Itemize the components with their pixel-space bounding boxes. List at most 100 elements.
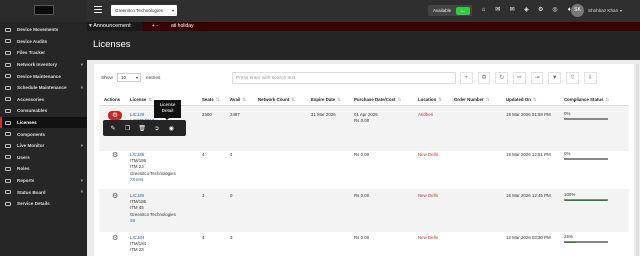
location-cell[interactable]: New Delhi — [418, 152, 438, 157]
gear-icon[interactable]: ⚙ — [536, 5, 545, 16]
header-network-count[interactable]: Network Count ⇅ — [258, 97, 295, 103]
sort-icon[interactable]: ⇅ — [216, 97, 220, 102]
header-label: Actions — [104, 97, 121, 102]
sort-icon[interactable]: ⇅ — [486, 97, 490, 102]
show-label: Show — [101, 76, 113, 81]
table-row: ⚙ LIC185 ITM/185 ITM 45 Greenitco Techno… — [99, 189, 629, 232]
sidebar-item-consumables[interactable]: Consumables — [0, 105, 87, 117]
compliance-progress-bar — [564, 118, 608, 121]
components-icon — [5, 132, 11, 137]
header-updated-on[interactable]: Updated On ⇅ — [506, 97, 537, 103]
compliance-percent: 0% — [564, 111, 571, 116]
availability-toggle[interactable]: Available ← — [428, 5, 472, 16]
refresh-icon[interactable]: ↻ — [495, 72, 509, 84]
edit-icon[interactable]: ✎ — [108, 125, 118, 132]
sidebar-item-label: Files Tracker — [17, 50, 46, 56]
entries-select[interactable]: 10 ▾ — [117, 73, 141, 82]
sort-icon[interactable]: ⇅ — [242, 97, 246, 102]
delete-icon[interactable]: 🗑 — [137, 125, 147, 132]
sidebar-item-device-audits[interactable]: Device Audits — [0, 36, 87, 48]
sidebar-item-label: Service Details — [17, 201, 50, 207]
chevron-down-icon: ▾ — [171, 8, 174, 13]
sort-icon[interactable]: ⇅ — [291, 97, 295, 102]
sidebar-item-device-movements[interactable]: Device Movements — [0, 24, 87, 36]
location-cell[interactable]: Andheri — [418, 112, 433, 117]
header-purchase-date-cost[interactable]: Purchase Date/Cost ⇅ — [354, 97, 401, 103]
sidebar-item-users[interactable]: Users — [0, 152, 87, 164]
mail-icon[interactable]: ✉ — [493, 5, 502, 16]
compliance-percent: 0% — [564, 151, 571, 156]
sort-icon[interactable]: ⇅ — [533, 97, 537, 102]
row-settings-gear-icon[interactable]: ⚙ — [112, 151, 118, 159]
header-label: Avail — [230, 97, 241, 102]
header-compliance-status[interactable]: Compliance Status ⇅ — [564, 97, 609, 103]
avail-cell: 3 — [230, 235, 233, 240]
chevron-down-icon: ▾ — [80, 142, 83, 148]
title-bar: Licenses — [87, 31, 640, 60]
sort-icon[interactable]: ⇅ — [606, 97, 610, 102]
upload-icon[interactable]: ⇧ — [566, 72, 579, 84]
sidebar-item-files-tracker[interactable]: Files Tracker — [0, 47, 87, 59]
header-location[interactable]: Location ⇅ — [418, 97, 442, 103]
license-line[interactable]: 56 — [130, 218, 176, 224]
sidebar-item-label: Network Inventory — [17, 62, 58, 68]
row-action-popup: ✎ ❐ 🗑 ➲ ◉ — [103, 120, 186, 136]
sidebar-item-status-board[interactable]: Status Board ▾ — [0, 186, 87, 198]
copy-icon[interactable]: ❐ — [123, 125, 133, 132]
view-icon[interactable]: ◉ — [166, 125, 176, 132]
license-line[interactable]: 78 test — [130, 177, 176, 183]
sort-icon[interactable]: ⇅ — [337, 97, 341, 102]
sort-icon[interactable]: ⇅ — [397, 97, 401, 102]
home-icon[interactable]: ⌂ — [479, 5, 488, 16]
import-icon[interactable]: ⇥ — [530, 72, 544, 84]
sort-icon[interactable]: ⇅ — [148, 97, 152, 102]
company-select[interactable]: Greenitco Technologies ▾ — [111, 5, 177, 16]
compliance-progress-bar — [564, 199, 608, 202]
download-icon[interactable]: ⇩ — [583, 72, 597, 84]
sort-icon[interactable]: ⇅ — [438, 97, 442, 102]
header-order-number[interactable]: Order Number ⇅ — [454, 97, 489, 103]
globe-icon[interactable]: ◎ — [550, 5, 559, 16]
export-icon[interactable]: ⇨ — [513, 72, 526, 84]
location-cell[interactable]: New Delhi — [418, 193, 438, 198]
header-seats[interactable]: Seats ⇅ — [202, 97, 219, 103]
sidebar-item-schedule-maintenance[interactable]: Schedule Maintenance ▾ — [0, 82, 87, 94]
sidebar-item-live-monitor[interactable]: Live Monitor ▾ — [0, 140, 87, 152]
sidebar-item-service-details[interactable]: Service Details — [0, 198, 87, 210]
header-license[interactable]: License ⇅ — [130, 97, 152, 103]
add-icon[interactable]: + — [460, 72, 473, 84]
sidebar-item-accessories[interactable]: Accessories — [0, 94, 87, 106]
sidebar-item-network-inventory[interactable]: Network Inventory ▾ — [0, 59, 87, 71]
user-name[interactable]: Shohbaz Khan — [588, 0, 618, 22]
sidebar-item-roles[interactable]: Roles — [0, 163, 87, 175]
purchase-date-cell: 01 Apr 2025 — [354, 112, 378, 117]
row-settings-gear-icon[interactable]: ⚙ — [112, 192, 118, 200]
header-expire-date[interactable]: Expire Date ⇅ — [311, 97, 341, 103]
toolbar-icons: + ♻ ↻ ⇨ ⇥ ▼ ⇧ ⇩ — [460, 72, 602, 84]
row-settings-gear-icon[interactable]: ⚙ — [112, 234, 118, 242]
license-cell: LIC186 ITM/186 ITM 23 Greenitco Technolo… — [130, 152, 176, 183]
updated-on-cell: 16 Mar 2026 01:59 PM — [506, 112, 551, 117]
location-cell[interactable]: New Delhi — [418, 235, 438, 240]
sidebar-item-device-maintenance[interactable]: Device Maintenance — [0, 70, 87, 82]
filter-icon[interactable]: ▼ — [548, 72, 562, 84]
announcement-expand-collapse[interactable]: + - — [152, 22, 158, 31]
avatar[interactable]: SK — [571, 4, 584, 17]
palette-icon[interactable]: ◈ — [522, 5, 531, 16]
envelope-icon[interactable]: ✉ — [508, 5, 517, 16]
search-input[interactable]: Press enter with search text — [232, 72, 456, 84]
chevron-down-icon[interactable]: ▾ — [620, 0, 622, 22]
sidebar-item-components[interactable]: Components — [0, 128, 87, 140]
header-avail[interactable]: Avail ⇅ — [230, 97, 246, 103]
checkout-icon[interactable]: ➲ — [152, 125, 162, 132]
sidebar-item-licenses[interactable]: Licenses — [0, 116, 87, 129]
company-logo[interactable] — [34, 5, 54, 15]
top-bar: Greenitco Technologies ▾ Available ← ⌂ ✉… — [87, 0, 640, 22]
sidebar-item-reports[interactable]: Reports ▾ — [0, 175, 87, 187]
row-settings-gear-icon[interactable]: ⚙ — [108, 111, 122, 120]
hamburger-menu-icon[interactable] — [94, 6, 102, 14]
arrow-left-icon[interactable]: ← — [456, 6, 470, 15]
header-label: Compliance Status — [564, 97, 604, 102]
recycle-icon[interactable]: ♻ — [477, 72, 491, 84]
vertical-scrollbar[interactable] — [636, 64, 639, 256]
